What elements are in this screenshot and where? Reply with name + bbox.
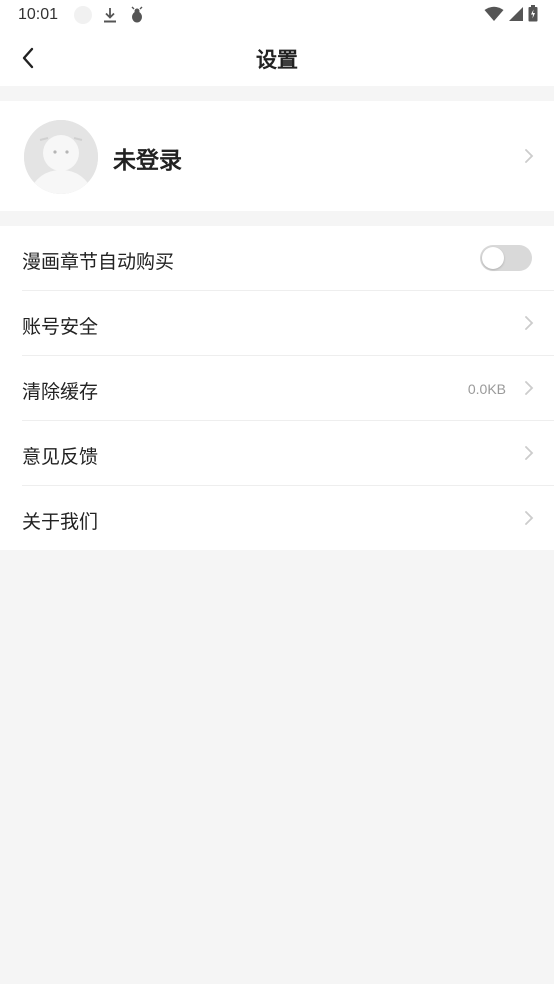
profile-name: 未登录 [113, 148, 182, 174]
status-right-icons [484, 5, 538, 22]
chevron-right-icon [525, 381, 534, 395]
wifi-icon [484, 6, 504, 21]
status-bar: 10:01 [0, 0, 554, 30]
bug-icon [131, 6, 143, 23]
about-row[interactable]: 关于我们 [22, 486, 554, 550]
download-icon [104, 8, 116, 23]
feedback-label: 意见反馈 [22, 446, 99, 468]
auto-buy-label: 漫画章节自动购买 [22, 251, 175, 273]
signal-icon [509, 6, 523, 21]
default-avatar-icon [24, 120, 98, 194]
auto-buy-row: 漫画章节自动购买 [22, 226, 554, 291]
cache-size-value: 0.0KB [467, 381, 506, 397]
status-time: 10:01 [18, 6, 59, 23]
auto-buy-toggle[interactable] [480, 245, 532, 271]
chevron-right-icon [525, 511, 534, 525]
battery-icon [528, 5, 538, 22]
feedback-row[interactable]: 意见反馈 [22, 421, 554, 486]
chevron-right-icon [525, 316, 534, 330]
account-security-row[interactable]: 账号安全 [22, 291, 554, 356]
chevron-right-icon [525, 149, 534, 163]
about-label: 关于我们 [22, 511, 99, 533]
header-bar: 设置 [0, 30, 554, 86]
chevron-right-icon [525, 446, 534, 460]
account-security-label: 账号安全 [22, 316, 99, 338]
clear-cache-label: 清除缓存 [22, 381, 99, 403]
profile-card[interactable]: 未登录 [0, 101, 554, 211]
toggle-knob [482, 247, 504, 269]
clear-cache-row[interactable]: 清除缓存 0.0KB [22, 356, 554, 421]
settings-list: 漫画章节自动购买 账号安全 清除缓存 0.0KB 意见反馈 关于我们 [0, 226, 554, 550]
notification-dot-icon [74, 6, 92, 24]
page-title: 设置 [256, 48, 298, 72]
